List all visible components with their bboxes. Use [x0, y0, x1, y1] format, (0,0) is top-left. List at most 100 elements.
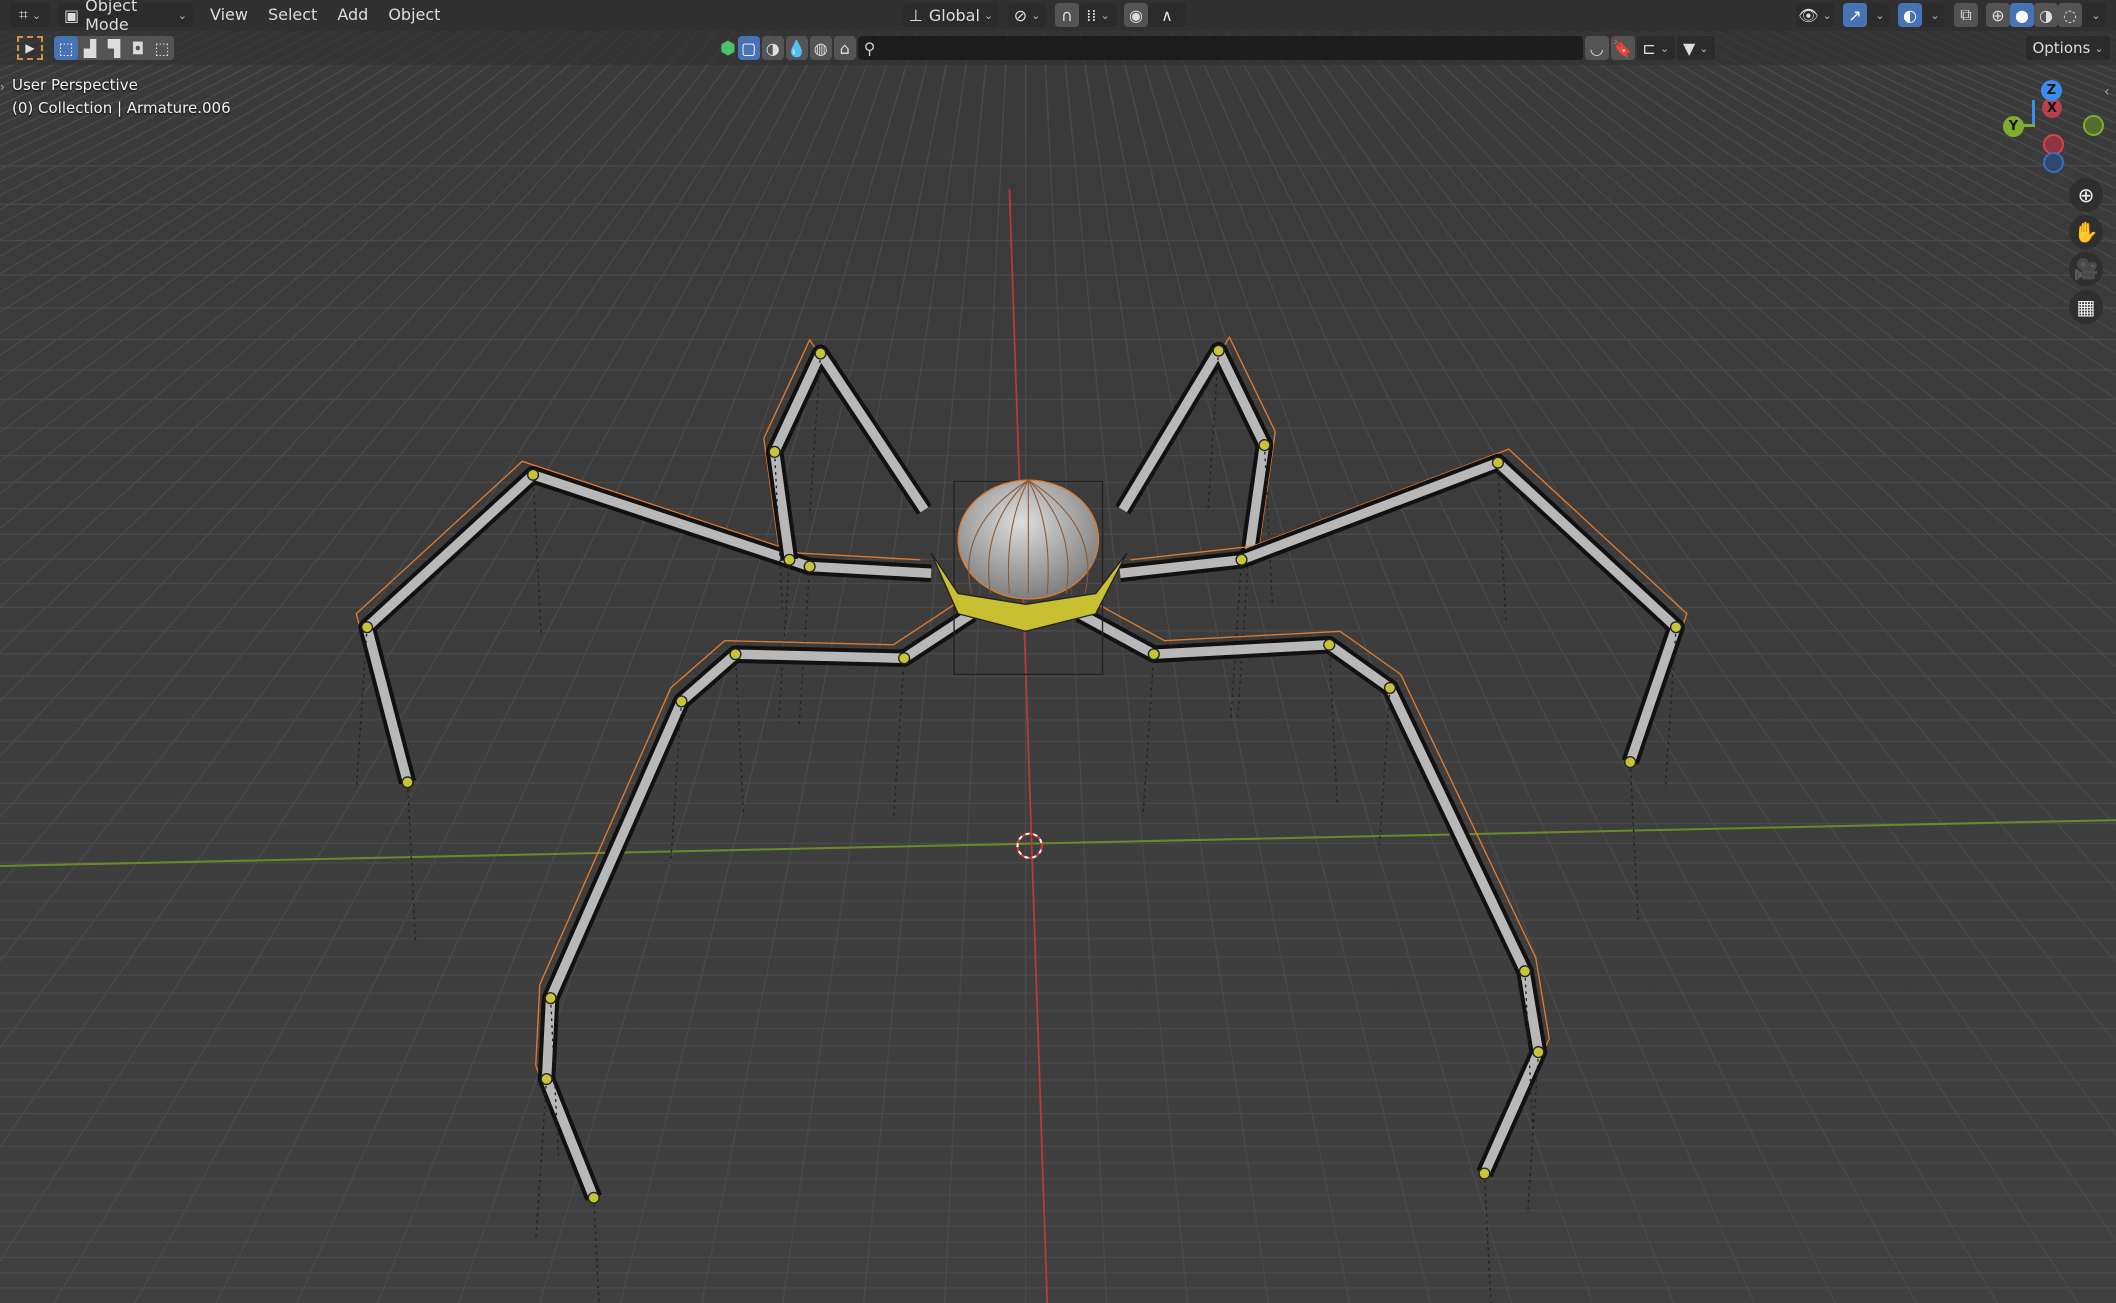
joint	[360, 621, 374, 634]
joint	[803, 560, 816, 573]
chevron-down-icon: ⌄	[2091, 8, 2101, 22]
select-mode-subtract[interactable]: ▜	[102, 36, 126, 60]
select-mode-invert[interactable]: ◘	[126, 36, 150, 60]
joint	[729, 648, 742, 661]
joint	[814, 347, 827, 360]
gizmo-neg-z-axis[interactable]	[2043, 152, 2064, 173]
restrict-selectable[interactable]: ▢	[737, 36, 760, 60]
shading-wireframe[interactable]: ⊕	[1986, 3, 2010, 27]
menu-select[interactable]: Select	[258, 5, 327, 24]
zoom-icon: ⊕	[2077, 183, 2095, 207]
search-input[interactable]: ⚲	[857, 36, 1583, 60]
menu-add[interactable]: Add	[327, 5, 378, 24]
select-tool-icon[interactable]: ▶	[17, 36, 43, 60]
hierarchy-dropdown[interactable]: ⊏ ⌄	[1636, 36, 1675, 60]
gizmo-dropdown[interactable]: ⌄	[1867, 3, 1889, 27]
overlays-icon: ◐	[1903, 5, 1917, 25]
ortho-toggle-button[interactable]: ▦	[2069, 290, 2103, 324]
joint	[1383, 681, 1397, 694]
gizmo-icon: ↗	[1848, 5, 1862, 25]
chevron-down-icon: ⌄	[1930, 8, 1940, 22]
shading-rendered[interactable]: ◌	[2058, 3, 2082, 27]
options-dropdown[interactable]: Options ⌄	[2026, 36, 2110, 60]
joint	[1532, 1046, 1545, 1059]
menu-object[interactable]: Object	[378, 5, 450, 24]
shading-solid[interactable]: ●	[2010, 3, 2034, 27]
gizmo-y-axis[interactable]: Y	[2003, 116, 2024, 137]
select-mode-extend[interactable]: ▟	[78, 36, 102, 60]
overlays-toggle[interactable]: ◐	[1898, 3, 1922, 27]
xray-icon: ⧉	[1960, 5, 1972, 24]
shading-material[interactable]: ◑	[2034, 3, 2058, 27]
shading-dropdown[interactable]: ⌄	[2082, 3, 2106, 27]
joint	[783, 553, 796, 566]
rendered-sphere-icon: ◌	[2063, 5, 2077, 25]
xray-toggle[interactable]: ⧉	[1954, 3, 1978, 27]
gizmo-neg-y-axis[interactable]	[2083, 115, 2104, 136]
tool-header: ▶ ⬚ ▟ ▜ ◘ ⬚ ⬢ ▢ ◑ 💧 ◍ ⌂ ⚲ ◡ 🔖 ⊏ ⌄ ▼ ⌄ Opti…	[0, 31, 2116, 65]
brush-icon: ⌂	[839, 38, 850, 58]
filter-material[interactable]: ◑	[761, 36, 784, 60]
gizmo-x-axis[interactable]: X	[2042, 98, 2062, 118]
zoom-button[interactable]: ⊕	[2069, 178, 2103, 212]
joint	[401, 776, 414, 789]
snap-target-dropdown[interactable]: ⁞⁞ ⌄	[1079, 3, 1117, 27]
search-icon: ⚲	[863, 38, 876, 58]
gizmo-toggle[interactable]: ↗	[1843, 3, 1867, 27]
joint	[1323, 638, 1336, 651]
chevron-down-icon: ⌄	[1875, 8, 1885, 22]
transform-orientation-dropdown[interactable]: ⊥ Global ⌄	[903, 3, 999, 27]
falloff-curve-icon: ∧	[1161, 5, 1173, 25]
world-icon: ◍	[813, 38, 828, 58]
curve-icon: ◡	[1589, 38, 1604, 58]
joint	[1258, 439, 1271, 452]
pivot-point-dropdown[interactable]: ⊘ ⌄	[1008, 3, 1046, 27]
overlays-dropdown[interactable]: ⌄	[1922, 3, 1944, 27]
viewport-header: ⌗ ⌄ ▣ Object Mode ⌄ View Select Add Object …	[0, 0, 2116, 34]
sidebar-expand-icon[interactable]: ‹	[2104, 84, 2110, 100]
wireframe-sphere-icon: ⊕	[1991, 5, 2005, 25]
droplets-icon: 💧	[786, 38, 807, 58]
object-type-filter-icon[interactable]: ⬢	[720, 38, 736, 59]
joint	[898, 652, 911, 665]
3d-viewport[interactable]	[0, 0, 2116, 1303]
gizmo-z-axis[interactable]: Z	[2041, 80, 2062, 101]
editor-type-button[interactable]: ⌗ ⌄	[10, 3, 50, 27]
grid-icon: ▦	[2076, 295, 2096, 319]
camera-icon: 🎥	[2073, 257, 2099, 281]
toolbar-expand-icon[interactable]: ›	[0, 80, 5, 94]
filter-world[interactable]: ◍	[809, 36, 832, 60]
filter-brush[interactable]: ⌂	[833, 36, 856, 60]
joint	[768, 445, 781, 458]
hand-icon: ✋	[2073, 220, 2099, 244]
joint	[540, 1073, 553, 1086]
filter-dropdown[interactable]: ▼ ⌄	[1676, 36, 1715, 60]
bookmark-toggle[interactable]: 🔖	[1610, 36, 1635, 60]
pan-button[interactable]: ✋	[2069, 215, 2103, 249]
pivot-icon: ⊘	[1013, 5, 1028, 25]
magnet-icon: ∩	[1061, 5, 1073, 25]
falloff-dropdown[interactable]: ∧	[1148, 3, 1186, 27]
selectability-dropdown[interactable]: 👁 ⌄	[1796, 3, 1834, 27]
joint	[1518, 965, 1531, 978]
material-sphere-icon: ◑	[2039, 5, 2053, 25]
object-mode-icon: ▣	[64, 5, 80, 25]
select-mode-new[interactable]: ⬚	[54, 36, 78, 60]
proportional-edit-toggle[interactable]: ◉	[1124, 3, 1148, 27]
joint	[1235, 553, 1248, 566]
select-mode-intersect[interactable]: ⬚	[150, 36, 174, 60]
select-intersect-icon: ⬚	[154, 38, 170, 58]
filter-curve-toggle[interactable]: ◡	[1584, 36, 1609, 60]
joint	[1669, 621, 1683, 634]
joint	[526, 468, 540, 481]
joint	[1212, 344, 1225, 357]
snap-toggle[interactable]: ∩	[1055, 3, 1079, 27]
snap-grid-icon: ⁞⁞	[1086, 5, 1097, 25]
select-box-icon: ▢	[741, 38, 757, 58]
filter-fluid[interactable]: 💧	[785, 36, 808, 60]
bookmark-icon: 🔖	[1612, 38, 1633, 58]
menu-view[interactable]: View	[200, 5, 258, 24]
mode-dropdown[interactable]: ▣ Object Mode ⌄	[58, 0, 193, 34]
view-name-label: User Perspective	[12, 76, 138, 94]
camera-view-button[interactable]: 🎥	[2069, 252, 2103, 286]
